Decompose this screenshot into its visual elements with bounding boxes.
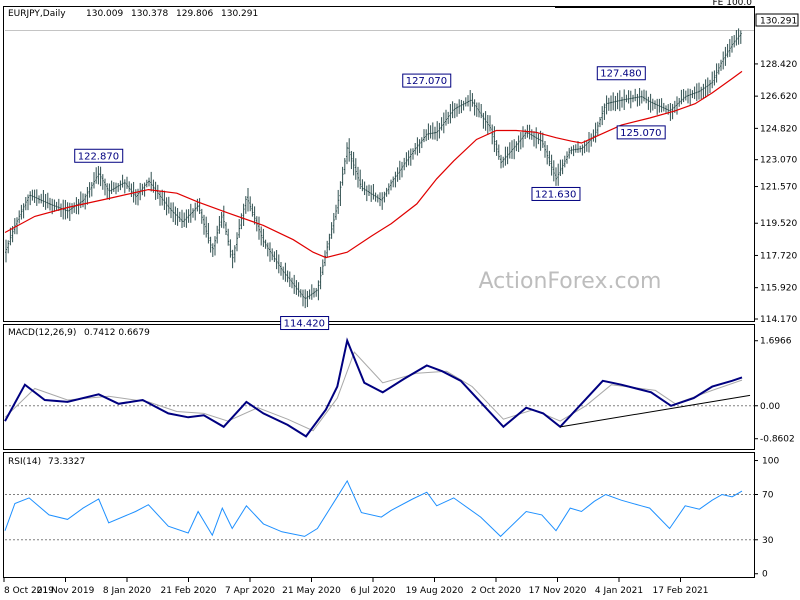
rsi-y-tick-label: 100: [762, 457, 779, 467]
macd-y-tick-label: 1.6966: [760, 337, 792, 347]
macd-y-tick-label: -0.8602: [760, 435, 795, 445]
x-tick-label: 21 Feb 2020: [160, 586, 216, 596]
x-tick-label: 4 Jan 2021: [595, 586, 643, 596]
rsi-y-tick-label: 30: [762, 536, 774, 546]
price-y-tick-label: 126.620: [760, 92, 797, 102]
fib-label: FE 100.0: [713, 0, 753, 8]
price-y-tick-label: 124.820: [760, 124, 797, 134]
rsi-header-label: RSI(14): [8, 457, 41, 467]
macd-panel[interactable]: [3, 324, 755, 450]
swing-label: 114.420: [284, 319, 325, 330]
x-tick-label: 17 Nov 2020: [529, 586, 587, 596]
price-y-tick-label: 128.420: [760, 60, 797, 70]
price-header-symbol: EURJPY,Daily: [8, 9, 66, 19]
rsi-header-value: 73.3327: [48, 457, 85, 467]
price-header-close: 130.291: [221, 9, 258, 19]
price-header-low: 129.806: [176, 9, 213, 19]
x-tick-label: 2 Oct 2020: [471, 586, 521, 596]
macd-header-label: MACD(12,26,9): [8, 328, 76, 338]
chart-canvas: ActionForex.com 122.870 114.420 127.070 121…: [3, 0, 799, 596]
macd-y-tick-label: 0.00: [760, 402, 780, 412]
price-y-tick-label: 119.520: [760, 219, 797, 229]
x-tick-label: 21 Nov 2019: [37, 586, 95, 596]
swing-label: 127.070: [406, 76, 447, 87]
rsi-panel[interactable]: [3, 452, 755, 578]
price-header-high: 130.378: [131, 9, 168, 19]
rsi-y-tick-label: 0: [762, 570, 768, 580]
last-price-value: 130.291: [760, 17, 797, 27]
swing-label: 121.630: [535, 189, 576, 200]
price-y-tick-label: 123.070: [760, 156, 797, 166]
rsi-y-tick-label: 70: [762, 490, 774, 500]
price-header-open: 130.009: [86, 9, 123, 19]
x-tick-label: 21 May 2020: [282, 586, 341, 596]
swing-label: 122.870: [78, 151, 119, 162]
x-tick-label: 6 Jul 2020: [350, 586, 395, 596]
x-tick-label: 19 Aug 2020: [406, 586, 464, 596]
x-tick-label: 7 Apr 2020: [225, 586, 275, 596]
price-y-tick-label: 115.920: [760, 284, 797, 294]
macd-header-values: 0.7412 0.6679: [84, 328, 150, 338]
price-y-tick-label: 117.720: [760, 251, 797, 261]
swing-label: 127.480: [600, 69, 641, 80]
watermark: ActionForex.com: [479, 269, 662, 294]
price-y-tick-label: 121.570: [760, 183, 797, 193]
x-tick-label: 17 Feb 2021: [652, 586, 708, 596]
x-tick-label: 8 Jan 2020: [103, 586, 151, 596]
swing-label: 125.070: [620, 128, 661, 139]
price-y-tick-label: 114.170: [760, 315, 797, 325]
